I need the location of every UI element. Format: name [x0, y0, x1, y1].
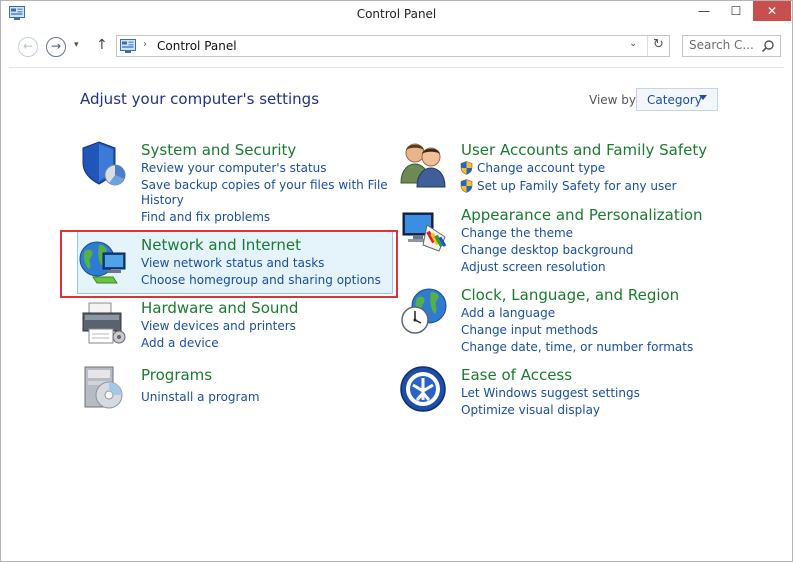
view-by-label: View by:	[589, 93, 640, 107]
title-bar[interactable]: Control Panel — ☐ ✕	[1, 1, 792, 29]
link-uninstall-a-program[interactable]: Uninstall a program	[141, 390, 260, 404]
maximize-button[interactable]: ☐	[723, 1, 749, 21]
close-button[interactable]: ✕	[753, 1, 791, 21]
category-title-user-accounts[interactable]: User Accounts and Family Safety	[461, 141, 707, 159]
view-by-value[interactable]: Category	[647, 93, 702, 107]
link-review-computer-status[interactable]: Review your computer's status	[141, 161, 327, 175]
link-add-a-language[interactable]: Add a language	[461, 306, 555, 320]
monitor-palette-icon[interactable]	[399, 207, 449, 257]
programs-icon[interactable]	[79, 363, 129, 413]
recent-locations-chevron-icon[interactable]: ▾	[74, 40, 79, 50]
uac-shield-icon	[460, 179, 473, 193]
address-separator	[647, 36, 648, 56]
refresh-icon[interactable]: ↻	[653, 37, 664, 52]
category-title-appearance-and-personalization[interactable]: Appearance and Personalization	[461, 206, 703, 224]
search-input[interactable]	[689, 38, 755, 52]
category-title-ease-of-access[interactable]: Ease of Access	[461, 366, 572, 384]
minimize-button[interactable]: —	[691, 1, 717, 21]
users-icon[interactable]	[399, 139, 449, 189]
breadcrumb-control-panel[interactable]: Control Panel	[157, 39, 237, 53]
link-change-account-type[interactable]: Change account type	[477, 161, 605, 175]
page-heading: Adjust your computer's settings	[80, 90, 320, 108]
category-title-clock-language-region[interactable]: Clock, Language, and Region	[461, 286, 679, 304]
control-panel-window: Control Panel — ☐ ✕ ← → ▾ ↑ › Control Pa…	[0, 0, 793, 562]
link-change-desktop-background[interactable]: Change desktop background	[461, 243, 633, 257]
back-button[interactable]: ←	[18, 37, 38, 57]
link-save-backup-copies-history[interactable]: History	[141, 193, 184, 207]
link-change-date-time-formats[interactable]: Change date, time, or number formats	[461, 340, 693, 354]
link-add-a-device[interactable]: Add a device	[141, 336, 219, 350]
link-adjust-screen-resolution[interactable]: Adjust screen resolution	[461, 260, 606, 274]
search-box[interactable]	[682, 35, 781, 57]
shield-icon[interactable]	[79, 139, 129, 189]
control-panel-address-icon	[120, 39, 136, 53]
link-change-input-methods[interactable]: Change input methods	[461, 323, 598, 337]
link-optimize-visual-display[interactable]: Optimize visual display	[461, 403, 600, 417]
view-by-dropdown[interactable]: Category	[636, 88, 718, 111]
window-title: Control Panel	[356, 7, 437, 21]
highlight-annotation-box	[60, 230, 398, 298]
link-save-backup-copies[interactable]: Save backup copies of your files with Fi…	[141, 178, 388, 192]
link-let-windows-suggest-settings[interactable]: Let Windows suggest settings	[461, 386, 640, 400]
link-view-devices-and-printers[interactable]: View devices and printers	[141, 319, 296, 333]
link-change-the-theme[interactable]: Change the theme	[461, 226, 573, 240]
clock-globe-icon[interactable]	[399, 286, 449, 336]
uac-shield-icon	[460, 161, 473, 175]
category-title-programs[interactable]: Programs	[141, 366, 212, 384]
link-find-and-fix-problems[interactable]: Find and fix problems	[141, 210, 270, 224]
toolbar-divider	[9, 67, 784, 68]
ease-of-access-icon[interactable]	[399, 364, 449, 414]
printer-icon[interactable]	[79, 299, 129, 349]
address-dropdown-icon[interactable]: ⌄	[629, 38, 637, 49]
up-arrow-button[interactable]: ↑	[96, 37, 108, 53]
forward-button[interactable]: →	[46, 37, 66, 57]
category-title-hardware-and-sound[interactable]: Hardware and Sound	[141, 299, 298, 317]
dropdown-arrow-icon[interactable]	[699, 95, 707, 100]
breadcrumb-chevron-icon[interactable]: ›	[143, 39, 147, 50]
category-title-system-and-security[interactable]: System and Security	[141, 141, 296, 159]
address-bar[interactable]: › Control Panel ⌄ ↻	[116, 35, 670, 57]
search-icon[interactable]	[761, 39, 775, 53]
link-set-up-family-safety[interactable]: Set up Family Safety for any user	[477, 179, 677, 193]
